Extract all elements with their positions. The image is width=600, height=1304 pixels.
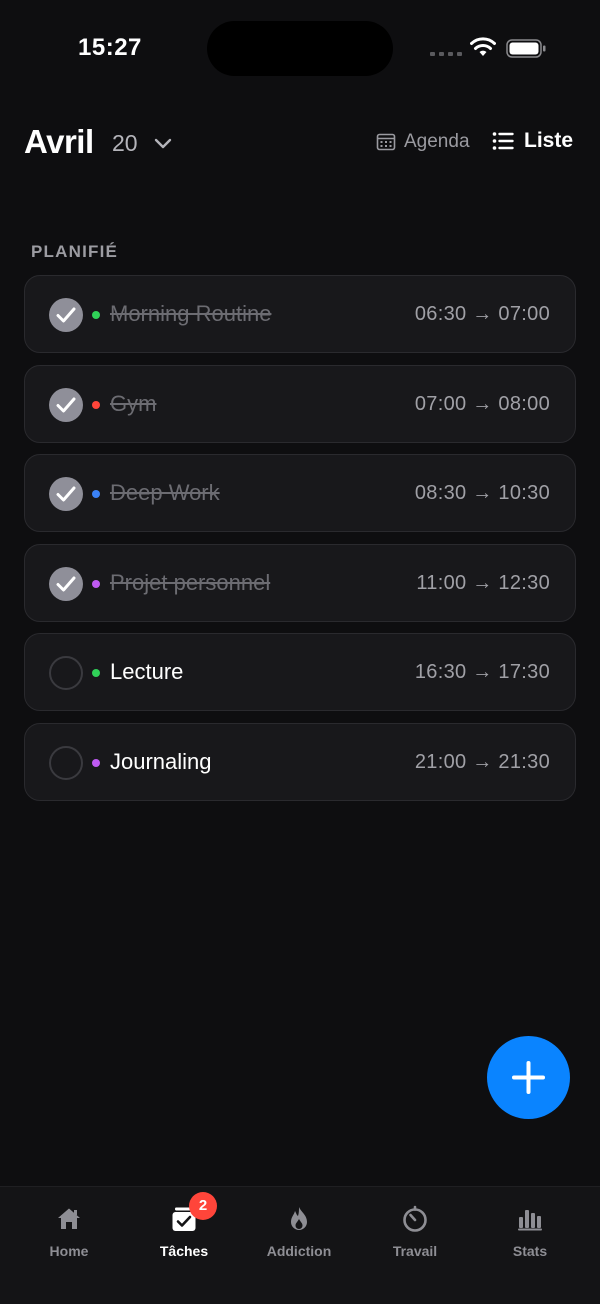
tab-taches[interactable]: 2 Tâches bbox=[134, 1192, 234, 1265]
add-task-button[interactable] bbox=[487, 1036, 570, 1119]
tab-home-label: Home bbox=[49, 1243, 89, 1259]
home-icon bbox=[58, 1208, 80, 1229]
tab-home[interactable]: Home bbox=[19, 1205, 119, 1265]
task-time-range: 11:00 → 12:30 bbox=[416, 571, 550, 594]
plus-icon bbox=[512, 1061, 545, 1094]
view-agenda-label: Agenda bbox=[404, 131, 470, 152]
tasks-badge: 2 bbox=[189, 1192, 217, 1220]
tab-bar: Home 2 Tâches Addiction Travail Stats bbox=[0, 1186, 600, 1304]
timer-icon bbox=[403, 1205, 427, 1232]
task-card[interactable]: Projet personnel 11:00 → 12:30 bbox=[24, 543, 576, 622]
tab-stats[interactable]: Stats bbox=[480, 1205, 580, 1265]
flame-icon bbox=[291, 1207, 307, 1230]
screen: 15:27 Avril 20 Agenda Liste PLANIFIÉ Mor… bbox=[0, 0, 600, 1304]
calendar-icon bbox=[376, 133, 396, 151]
list-icon bbox=[492, 132, 514, 150]
status-time: 15:27 bbox=[78, 34, 142, 61]
tab-addiction[interactable]: Addiction bbox=[249, 1205, 349, 1265]
section-label: PLANIFIÉ bbox=[31, 242, 119, 261]
task-time-range: 16:30 → 17:30 bbox=[414, 661, 550, 683]
category-dot bbox=[92, 579, 100, 588]
task-card[interactable]: Morning Routine 06:30 → 07:00 bbox=[24, 275, 576, 353]
tab-travail-label: Travail bbox=[392, 1243, 438, 1259]
wifi-icon bbox=[470, 37, 496, 56]
tab-stats-label: Stats bbox=[512, 1243, 548, 1259]
checkbox-checked[interactable] bbox=[49, 477, 83, 511]
view-agenda-button[interactable]: Agenda bbox=[376, 131, 470, 153]
checkmark-icon bbox=[56, 397, 76, 412]
task-title: Journaling bbox=[110, 748, 212, 774]
view-liste-label: Liste bbox=[524, 129, 574, 152]
checkmark-icon bbox=[56, 486, 76, 502]
task-title: Lecture bbox=[110, 659, 184, 684]
task-time-range: 07:00 → 08:00 bbox=[414, 392, 550, 415]
task-card[interactable]: Journaling 21:00 → 21:30 bbox=[24, 722, 576, 801]
checkbox-unchecked[interactable] bbox=[49, 656, 83, 690]
task-title: Deep Work bbox=[110, 480, 220, 505]
task-card[interactable]: Deep Work 08:30 → 10:30 bbox=[24, 454, 576, 532]
task-title: Morning Routine bbox=[110, 301, 272, 326]
category-dot bbox=[92, 758, 100, 767]
checkbox-checked[interactable] bbox=[49, 566, 83, 601]
task-title: Projet personnel bbox=[110, 569, 271, 595]
category-dot bbox=[92, 311, 100, 319]
dynamic-island bbox=[207, 21, 393, 76]
view-liste-button[interactable]: Liste bbox=[492, 129, 573, 153]
checkmark-icon bbox=[56, 307, 76, 323]
task-time-range: 21:00 → 21:30 bbox=[414, 750, 550, 773]
task-title: Gym bbox=[110, 390, 157, 416]
checkmark-icon bbox=[56, 576, 76, 591]
checkbox-checked[interactable] bbox=[49, 298, 83, 332]
task-card[interactable]: Gym 07:00 → 08:00 bbox=[24, 364, 576, 443]
category-dot bbox=[92, 400, 100, 409]
tab-addiction-label: Addiction bbox=[266, 1243, 332, 1259]
task-time-range: 08:30 → 10:30 bbox=[414, 482, 550, 504]
checkbox-checked[interactable] bbox=[49, 387, 83, 422]
category-dot bbox=[92, 669, 100, 677]
task-card[interactable]: Lecture 16:30 → 17:30 bbox=[24, 633, 576, 711]
battery-icon bbox=[506, 39, 546, 58]
chevron-down-icon[interactable] bbox=[152, 132, 174, 154]
status-bar: 15:27 bbox=[0, 0, 600, 100]
day-number: 20 bbox=[112, 130, 138, 156]
tab-taches-label: Tâches bbox=[159, 1243, 209, 1259]
tab-travail[interactable]: Travail bbox=[365, 1205, 465, 1265]
header: Avril 20 Agenda Liste bbox=[24, 118, 576, 164]
checkbox-unchecked[interactable] bbox=[49, 745, 83, 780]
task-list: Morning Routine 06:30 → 07:00 Gym 07:00 → 0… bbox=[24, 275, 576, 812]
task-time-range: 06:30 → 07:00 bbox=[414, 303, 550, 325]
category-dot bbox=[92, 490, 100, 498]
bar-chart-icon bbox=[518, 1210, 542, 1231]
month-title: Avril bbox=[24, 123, 94, 160]
signal-icon bbox=[430, 52, 462, 56]
